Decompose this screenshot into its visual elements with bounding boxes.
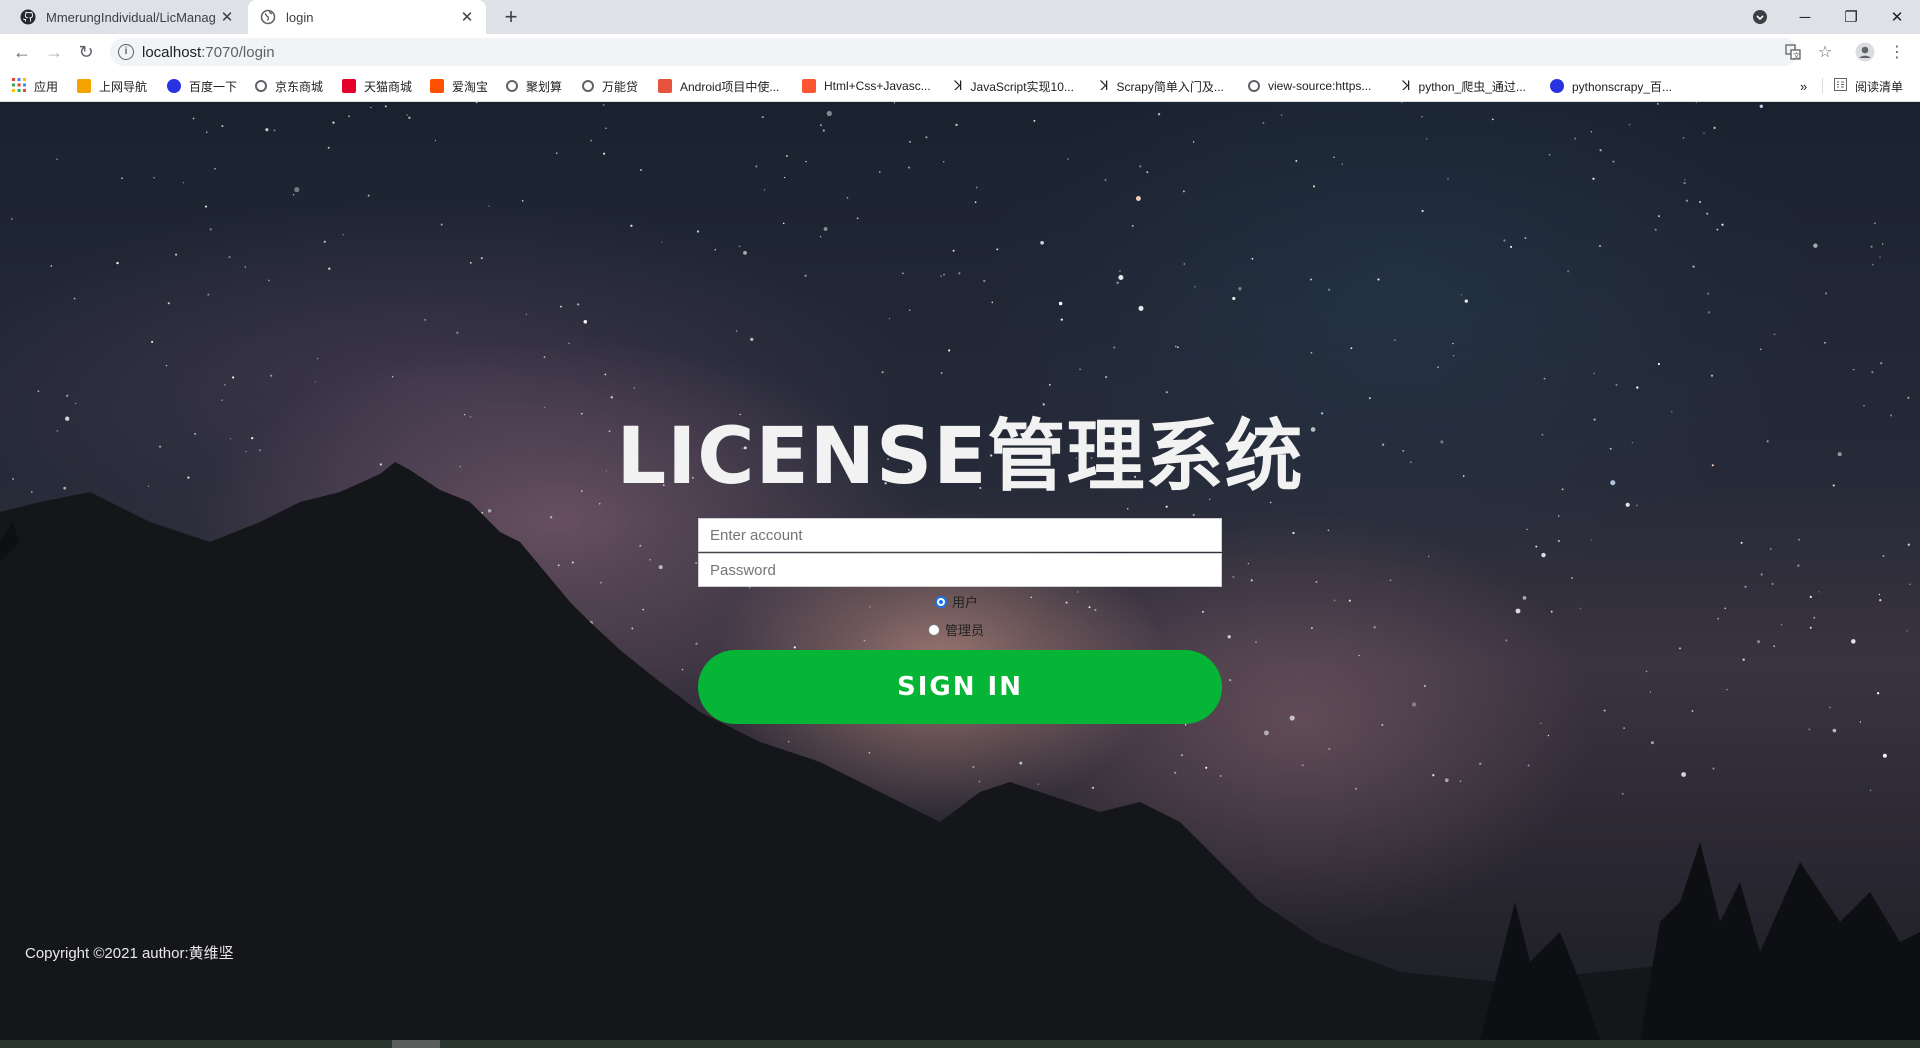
baidu-paw-icon xyxy=(1550,79,1564,93)
bookmark-star-icon[interactable]: ☆ xyxy=(1812,38,1838,66)
hao-icon xyxy=(77,79,91,93)
svg-text:文: 文 xyxy=(1793,51,1800,60)
profile-avatar-icon[interactable] xyxy=(1852,38,1878,66)
bookmark-baidu[interactable]: 百度一下 xyxy=(167,77,237,95)
page-title: LICENSE管理系统 xyxy=(616,412,1304,502)
sign-in-button[interactable]: SIGN IN xyxy=(698,650,1222,724)
bookmark-android[interactable]: Android项目中使... xyxy=(658,77,779,95)
reading-list-button[interactable]: 阅读清单 xyxy=(1834,77,1903,95)
more-bookmarks-chevron-icon[interactable]: » xyxy=(1800,77,1807,95)
radio-selected-icon[interactable] xyxy=(935,595,947,608)
bookmark-aitaobao[interactable]: 爱淘宝 xyxy=(430,77,488,95)
login-page: LICENSE管理系统 用户 管理员 SIGN IN Copyright ©20… xyxy=(0,102,1920,1040)
scrollbar-thumb[interactable] xyxy=(392,1040,440,1048)
globe-icon xyxy=(582,80,594,92)
tab-search-icon[interactable] xyxy=(1736,0,1784,34)
role-user-radio[interactable]: 用户 xyxy=(935,592,978,611)
globe-icon xyxy=(506,80,518,92)
back-icon[interactable]: ← xyxy=(8,38,36,66)
address-bar[interactable]: i localhost:7070/login xyxy=(110,38,1798,66)
tab-title: login xyxy=(286,9,314,25)
bookmark-pythonscrapy[interactable]: pythonscrapy_百... xyxy=(1550,77,1672,95)
tab-login[interactable]: login ✕ xyxy=(248,0,486,34)
role-admin-radio[interactable]: 管理员 xyxy=(928,620,984,639)
bookmark-scrapy[interactable]: ꓘ Scrapy简单入门及... xyxy=(1100,77,1224,95)
taskbar-strip xyxy=(0,1040,1920,1048)
address-url: localhost:7070/login xyxy=(142,43,275,61)
yuque-icon: ꓘ xyxy=(954,78,963,93)
yuque-icon: ꓘ xyxy=(1100,78,1109,93)
bookmark-tmall[interactable]: 天猫商城 xyxy=(342,77,412,95)
apps-grid-icon xyxy=(12,77,26,95)
site-info-icon[interactable]: i xyxy=(118,44,134,60)
bookmark-html-css[interactable]: Html+Css+Javasc... xyxy=(802,77,931,95)
bookmark-hao123[interactable]: 上网导航 xyxy=(77,77,147,95)
divider xyxy=(1822,78,1823,94)
csdn-icon xyxy=(802,79,816,93)
tmall-icon xyxy=(342,79,356,93)
bookmark-juhuasuan[interactable]: 聚划算 xyxy=(506,77,562,95)
bookmark-apps[interactable]: 应用 xyxy=(12,77,58,95)
browser-toolbar: ← → ↻ i localhost:7070/login 文 ☆ ⋮ xyxy=(0,34,1920,70)
bookmark-jd[interactable]: 京东商城 xyxy=(255,77,323,95)
taobao-icon xyxy=(430,79,444,93)
forward-icon[interactable]: → xyxy=(40,38,68,66)
bookmark-view-source[interactable]: view-source:https... xyxy=(1248,77,1371,95)
window-close-icon[interactable]: ✕ xyxy=(1874,0,1920,34)
new-tab-button[interactable]: + xyxy=(498,4,524,30)
tab-title: MmerungIndividual/LicManag xyxy=(46,9,216,25)
tab-github[interactable]: MmerungIndividual/LicManag ✕ xyxy=(8,0,246,34)
role-user-label: 用户 xyxy=(952,595,979,610)
menu-kebab-icon[interactable]: ⋮ xyxy=(1884,38,1910,66)
globe-icon xyxy=(255,80,267,92)
role-admin-label: 管理员 xyxy=(945,623,985,638)
bookmarks-bar: 应用 上网导航 百度一下 京东商城 天猫商城 爱淘宝 聚划算 万能贷 Andro… xyxy=(0,70,1920,102)
reading-list-icon xyxy=(1834,78,1847,94)
globe-icon xyxy=(260,9,276,25)
radio-unselected-icon[interactable] xyxy=(928,623,940,636)
bookmark-python-spider[interactable]: ꓘ python_爬虫_通过... xyxy=(1402,77,1526,95)
tab-strip: MmerungIndividual/LicManag ✕ login ✕ + ─… xyxy=(0,0,1920,34)
close-icon[interactable]: ✕ xyxy=(218,8,236,26)
password-input[interactable] xyxy=(698,553,1222,587)
close-icon[interactable]: ✕ xyxy=(458,8,476,26)
baidu-paw-icon xyxy=(167,79,181,93)
reload-icon[interactable]: ↻ xyxy=(72,38,100,66)
minimize-icon[interactable]: ─ xyxy=(1782,0,1828,34)
restore-icon[interactable]: ❐ xyxy=(1828,0,1874,34)
bookmark-javascript[interactable]: ꓘ JavaScript实现10... xyxy=(954,77,1074,95)
bookmark-wannengdai[interactable]: 万能贷 xyxy=(582,77,638,95)
copyright-text: Copyright ©2021 author:黄维坚 xyxy=(25,945,234,962)
globe-icon xyxy=(1248,80,1260,92)
github-icon xyxy=(20,9,36,25)
account-input[interactable] xyxy=(698,518,1222,552)
yuque-icon: ꓘ xyxy=(1402,78,1411,93)
translate-icon[interactable]: 文 xyxy=(1780,38,1806,66)
jian-icon xyxy=(658,79,672,93)
